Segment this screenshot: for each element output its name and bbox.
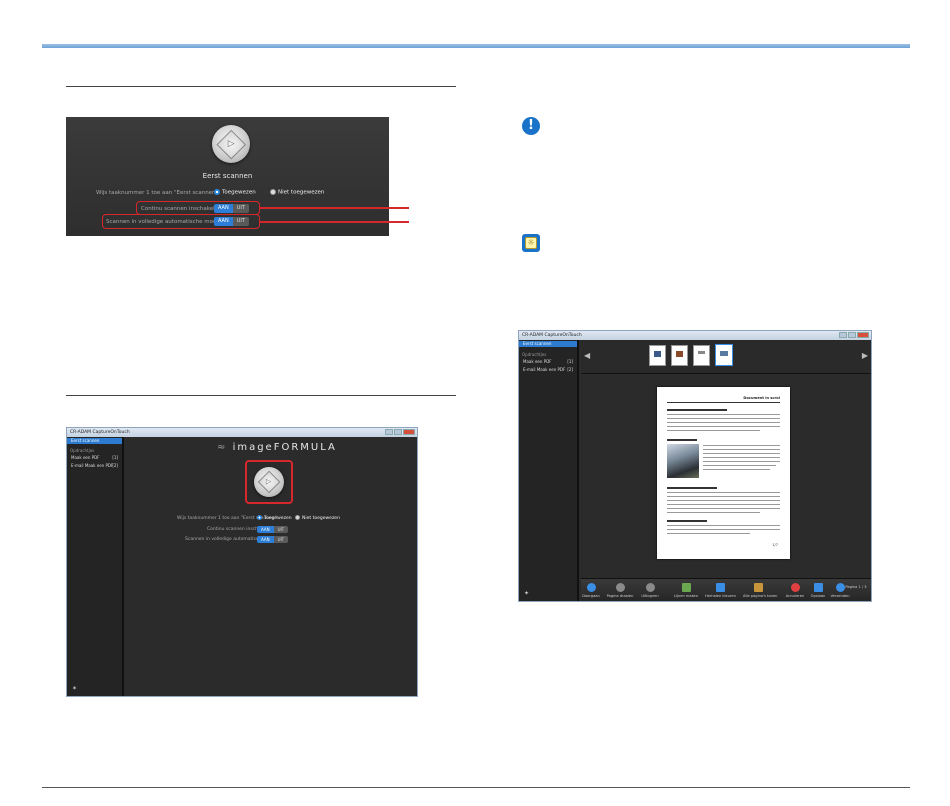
cancel-icon <box>790 583 800 592</box>
close-icon[interactable] <box>403 429 415 435</box>
radio-unassign[interactable]: Niet toegewezen <box>295 515 340 521</box>
header-rule <box>42 44 910 48</box>
continue-icon <box>586 583 596 592</box>
callout-start-button <box>245 460 293 504</box>
lijnen-maken-button[interactable]: Lijnen maken <box>671 583 701 598</box>
important-icon: ! <box>522 117 540 135</box>
callout-line-1 <box>259 207 409 209</box>
maximize-icon[interactable] <box>394 429 402 435</box>
uitlognen-button[interactable]: Uitlognen <box>635 583 665 598</box>
sidebar-item-email-pdf[interactable]: E-mail Maak een PDF [2] <box>523 367 573 372</box>
maximize-icon[interactable] <box>848 332 856 338</box>
tip-icon: ☼ <box>522 234 540 252</box>
captureontouch-scan-window: CR-ADAM CaptureOnTouch Eerst scannen Opd… <box>518 330 872 602</box>
first-scan-title: Eerst scannen <box>202 172 253 180</box>
start-icon: ▷ <box>227 138 235 149</box>
captureontouch-main-window: CR-ADAM CaptureOnTouch Eerst scannen Opd… <box>66 427 418 697</box>
start-scan-button[interactable]: ▷ <box>212 125 250 163</box>
callout-line-2 <box>259 221 409 223</box>
article-photo <box>667 444 699 478</box>
lines-icon <box>681 583 691 592</box>
sidebar-item-first-scan[interactable]: Eerst scannen <box>67 438 122 444</box>
assign-label: Wijs taaknummer 1 toe aan "Eerst scannen… <box>96 190 220 196</box>
window-titlebar: CR-ADAM CaptureOnTouch <box>519 331 871 340</box>
repeat-icon <box>715 583 725 592</box>
scan-toolbar: Doorgaan Pagina draaien Uitlognen Lijnen… <box>581 578 871 601</box>
page-number: 1/7 <box>772 543 778 547</box>
callout-auto-mode <box>102 214 260 229</box>
page-thumbnail[interactable] <box>671 345 688 366</box>
sidebar-item-email-pdf[interactable]: E-mail Maak een PDF [2] <box>71 463 118 468</box>
close-icon[interactable] <box>857 332 869 338</box>
rotate-page-button[interactable]: Pagina draaien <box>605 583 635 598</box>
page-thumbnail-selected[interactable] <box>715 344 733 366</box>
sidebar-item-pdf[interactable]: Maak een PDF [1] <box>523 359 573 364</box>
minimize-icon[interactable] <box>385 429 393 435</box>
section-rule-2 <box>66 395 456 396</box>
pages-icon <box>753 583 763 592</box>
radio-assign[interactable]: Toegewezen <box>214 189 256 196</box>
sidebar: Eerst scannen Opdrachtjes Maak een PDF [1… <box>519 340 579 601</box>
sidebar-item-first-scan[interactable]: Eerst scannen <box>519 341 577 347</box>
herhalen-button[interactable]: Herhalen kleuren <box>705 583 736 598</box>
tool-icon <box>645 583 655 592</box>
sidebar-group-label: Opdrachtjes <box>522 352 547 357</box>
pin-icon[interactable]: ✦ <box>524 590 529 597</box>
show-all-pages-button[interactable]: Alle pagina's tonen <box>743 583 777 598</box>
sidebar-item-pdf[interactable]: Maak een PDF [1] <box>71 455 118 460</box>
scroll-right-icon[interactable]: ▶ <box>862 351 868 360</box>
scroll-left-icon[interactable]: ◀ <box>584 351 590 360</box>
page-counter: Pagina 1 / 3 <box>845 585 867 589</box>
sidebar: Eerst scannen Opdrachtjes Maak een PDF [1… <box>67 437 124 696</box>
thumbnail-strip: ◀ ▶ <box>581 340 871 374</box>
manual-page: ▷ Eerst scannen Wijs taaknummer 1 toe aa… <box>0 0 950 806</box>
rotate-icon <box>615 583 625 592</box>
auto-mode-toggle[interactable]: AAN UIT <box>257 536 289 543</box>
window-titlebar: CR-ADAM CaptureOnTouch <box>67 428 417 437</box>
continuous-scan-toggle[interactable]: AAN UIT <box>257 526 289 533</box>
section-rule-1 <box>66 86 456 87</box>
continue-button[interactable]: Doorgaan <box>576 583 606 598</box>
pin-icon[interactable]: ✶ <box>72 685 77 692</box>
imageformula-logo: ≈ imageFORMULA <box>217 442 337 453</box>
page-thumbnail[interactable] <box>693 345 710 366</box>
minimize-icon[interactable] <box>839 332 847 338</box>
page-heading: Document in scrol <box>743 396 780 400</box>
page-thumbnail[interactable] <box>649 345 666 366</box>
sidebar-group-label: Opdrachtjes <box>70 448 95 453</box>
callout-continuous <box>136 201 260 215</box>
save-icon <box>813 583 823 592</box>
radio-assign[interactable]: Toegewezen <box>257 515 292 521</box>
scanned-page-preview: Document in scrol 1/7 <box>657 387 790 559</box>
footer-rule <box>42 787 910 788</box>
radio-unassign[interactable]: Niet toegewezen <box>270 189 324 196</box>
